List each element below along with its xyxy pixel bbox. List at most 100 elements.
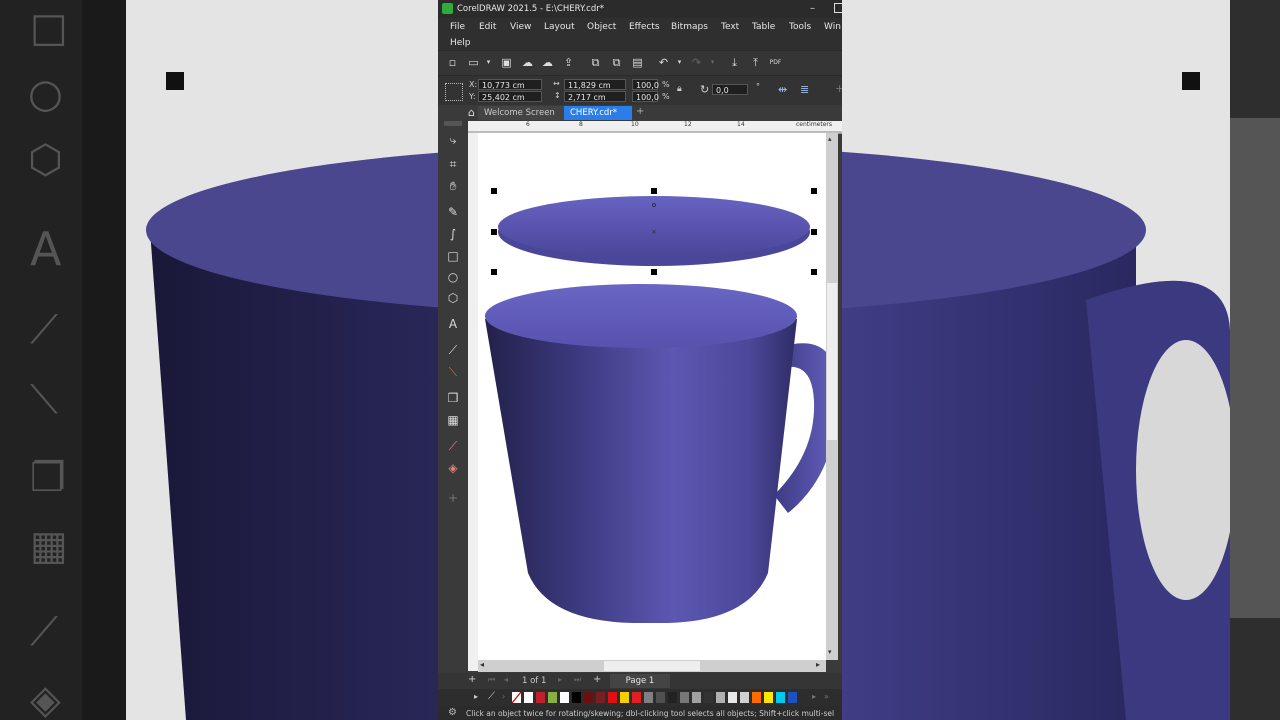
minimize-icon[interactable]: – [810,3,815,14]
mug-opening[interactable] [485,284,797,348]
object-origin-icon[interactable] [445,83,463,101]
no-color-swatch[interactable] [512,692,521,703]
mug-body[interactable] [485,319,797,623]
tab-chery-document[interactable]: CHERY.cdr* [564,106,632,120]
color-swatch[interactable] [704,692,713,703]
color-swatch[interactable] [632,692,641,703]
copy-icon[interactable]: ⧉ [610,56,623,69]
color-swatch[interactable] [548,692,557,703]
color-swatch[interactable] [536,692,545,703]
menu-object[interactable]: Object [587,22,616,32]
palette-menu-icon[interactable]: › [502,692,505,701]
menu-tools[interactable]: Tools [789,22,811,32]
color-swatch[interactable] [740,692,749,703]
pdf-icon[interactable]: PDF [769,56,782,69]
menu-file[interactable]: File [450,22,465,32]
width-field[interactable]: 11,829 cm [564,79,626,90]
color-swatch[interactable] [752,692,761,703]
scroll-up-icon[interactable]: ▴ [828,135,832,143]
export-icon[interactable]: ⤒ [749,56,762,69]
menu-effects[interactable]: Effects [629,22,660,32]
color-swatch[interactable] [608,692,617,703]
add-page-before-icon[interactable]: + [468,674,476,685]
color-swatch[interactable] [644,692,653,703]
lid-top[interactable] [498,196,810,258]
color-swatch[interactable] [572,692,581,703]
undo-icon[interactable]: ↶ [657,56,670,69]
mirror-horizontal-icon[interactable]: ⇹ [778,83,787,96]
menu-bitmaps[interactable]: Bitmaps [671,22,708,32]
previous-page-icon[interactable]: ◂ [504,675,508,684]
color-swatch[interactable] [668,692,677,703]
paste-icon[interactable]: ▤ [631,56,644,69]
fill-tool-icon[interactable]: ◈ [444,459,462,477]
scale-x-field[interactable]: 100,0 [632,79,659,90]
first-page-icon[interactable]: ⏮ [488,675,495,685]
pan-tool-icon[interactable]: ✋︎ [444,177,462,195]
drop-shadow-tool-icon[interactable]: ❐ [444,389,462,407]
undo-dropdown-icon[interactable]: ▾ [673,56,686,69]
add-tab-icon[interactable]: + [636,106,644,117]
last-page-icon[interactable]: ⏭ [574,675,581,685]
palette-scroll-right-icon[interactable]: ▸ [812,692,816,701]
menu-edit[interactable]: Edit [479,22,496,32]
dimension-tool-icon[interactable]: ⟋ [444,341,462,359]
menu-window[interactable]: Win [824,22,841,32]
add-property-icon[interactable]: + [835,82,842,95]
color-swatch[interactable] [764,692,773,703]
drawing-canvas[interactable]: × [478,133,826,660]
color-swatch[interactable] [584,692,593,703]
cloud-icon[interactable]: ☁ [541,56,554,69]
horizontal-scrollbar[interactable]: ◂ ▸ [478,660,826,672]
mirror-vertical-icon[interactable]: ≣ [800,83,809,96]
cut-icon[interactable]: ⧉ [589,56,602,69]
redo-dropdown-icon[interactable]: ▾ [706,56,719,69]
height-field[interactable]: 2,717 cm [564,91,626,102]
palette-scroll-left-icon[interactable]: ▸ [474,692,478,701]
vertical-scroll-thumb[interactable] [827,283,837,440]
shape-tool-icon[interactable]: ⤷ [444,131,462,149]
add-tool-icon[interactable]: + [444,489,462,507]
mug-drawing[interactable]: × [478,133,826,660]
rotation-field[interactable]: 0,0 [712,84,748,95]
color-swatch[interactable] [620,692,629,703]
save-icon[interactable]: ▣ [500,56,513,69]
color-swatch[interactable] [716,692,725,703]
y-position-field[interactable]: 25,402 cm [478,91,542,102]
cloud-upload-icon[interactable]: ☁ [521,56,534,69]
menu-view[interactable]: View [510,22,531,32]
eyedropper-icon[interactable]: ⟋ [488,691,495,702]
color-swatch[interactable] [560,692,569,703]
pen-tool-icon[interactable]: ✎ [444,203,462,221]
scroll-left-icon[interactable]: ◂ [480,660,484,669]
maximize-icon[interactable] [834,3,842,13]
color-swatch[interactable] [656,692,665,703]
freehand-tool-icon[interactable]: ∫ [444,225,462,243]
color-swatch[interactable] [788,692,797,703]
tab-welcome-screen[interactable]: Welcome Screen [478,106,564,120]
share-icon[interactable]: ⇪ [562,56,575,69]
menu-text[interactable]: Text [721,22,739,32]
settings-gear-icon[interactable]: ⚙ [448,707,457,718]
open-folder-icon[interactable]: ▭ [467,56,480,69]
redo-icon[interactable]: ↷ [690,56,703,69]
transparency-tool-icon[interactable]: ▦ [444,411,462,429]
scale-y-field[interactable]: 100,0 [632,91,659,102]
add-page-after-icon[interactable]: + [593,674,601,685]
eyedropper-tool-icon[interactable]: ⟋ [444,437,462,455]
lock-ratio-icon[interactable]: 🔒︎ [677,84,682,94]
color-swatch[interactable] [728,692,737,703]
rectangle-tool-icon[interactable]: □ [444,247,462,265]
color-swatch[interactable] [596,692,605,703]
color-swatch[interactable] [692,692,701,703]
import-icon[interactable]: ⤓ [728,56,741,69]
horizontal-scroll-thumb[interactable] [604,661,700,671]
page-tab[interactable]: Page 1 [610,674,670,688]
color-swatch[interactable] [680,692,689,703]
home-icon[interactable]: ⌂ [468,107,475,119]
color-swatch[interactable] [524,692,533,703]
connector-tool-icon[interactable]: ⟍ [444,363,462,381]
scroll-right-icon[interactable]: ▸ [816,660,820,669]
menu-help[interactable]: Help [450,38,471,48]
polygon-tool-icon[interactable]: ⬡ [444,289,462,307]
